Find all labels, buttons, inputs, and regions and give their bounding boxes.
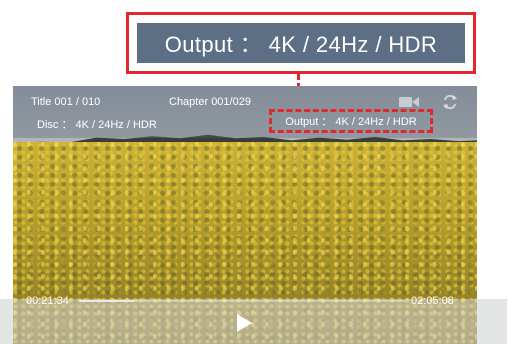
title-counter: Title 001 / 010 — [31, 96, 101, 108]
disc-format: Disc ： 4K / 24Hz / HDR — [37, 119, 157, 131]
output-callout-text: Output ： 4K / 24Hz / HDR — [137, 23, 465, 63]
output-format: Output ： 4K / 24Hz / HDR — [285, 116, 417, 128]
play-button[interactable] — [237, 314, 252, 332]
output-callout: Output ： 4K / 24Hz / HDR — [126, 12, 476, 74]
progress-fill — [79, 300, 135, 302]
output-format-highlight: Output ： 4K / 24Hz / HDR — [269, 109, 433, 133]
chapter-counter: Chapter 001/029 — [169, 96, 251, 108]
total-time: 02:05:08 — [411, 295, 454, 307]
video-frame[interactable]: Title 001 / 010 Chapter 001/029 Disc ： 4… — [13, 86, 477, 344]
background-strip-left — [0, 299, 13, 344]
camera-icon — [399, 97, 419, 107]
background-strip-right — [477, 299, 507, 344]
elapsed-time: 00:21:34 — [26, 295, 69, 307]
repeat-icon[interactable] — [441, 93, 459, 111]
progress-track[interactable] — [79, 300, 405, 302]
